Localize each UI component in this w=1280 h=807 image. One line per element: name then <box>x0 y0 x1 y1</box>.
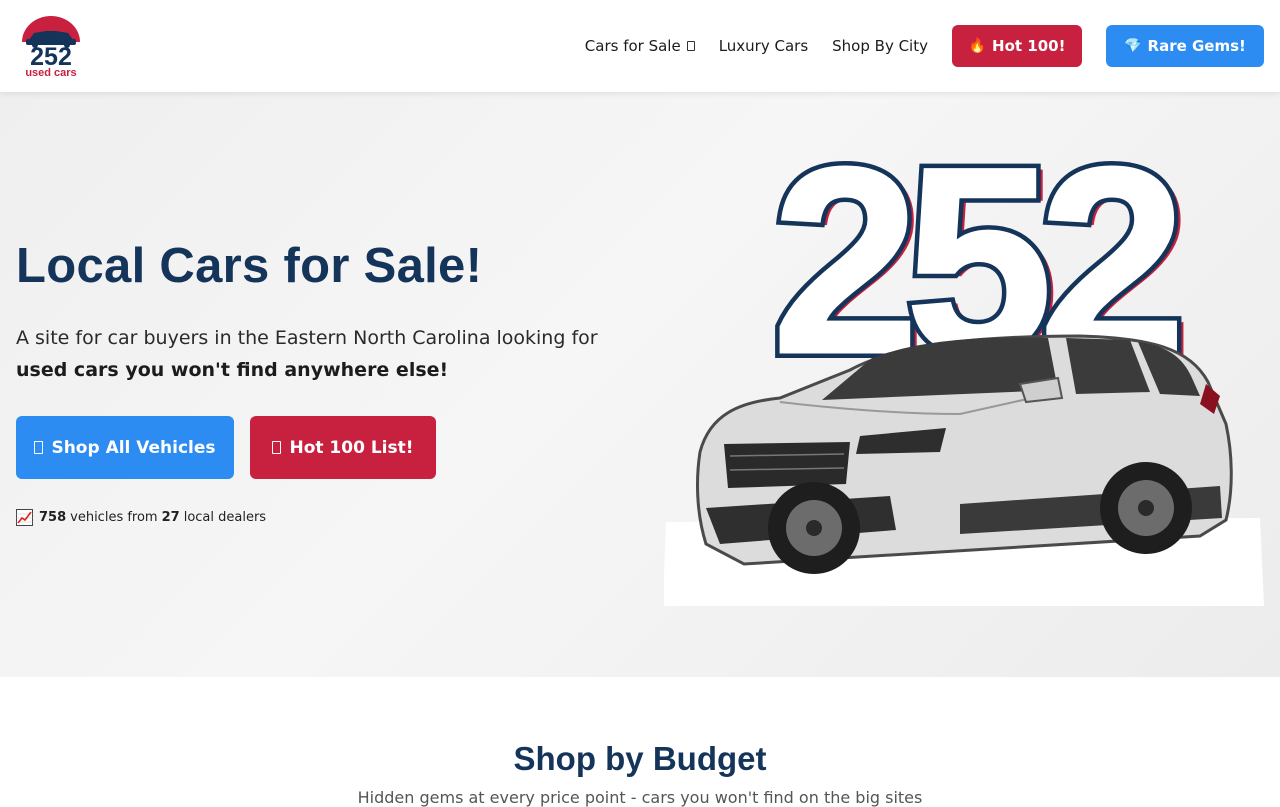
hero-description-bold: used cars you won't find anywhere else! <box>16 359 449 381</box>
hero-section: Local Cars for Sale! A site for car buye… <box>0 92 1280 677</box>
nav-luxury-cars-label: Luxury Cars <box>718 37 809 55</box>
hero-illustration: 252 252 252 <box>664 152 1264 606</box>
hero-description-text: A site for car buyers in the Eastern Nor… <box>16 327 598 349</box>
nav-shop-by-city[interactable]: Shop By City <box>832 37 928 55</box>
hot-100-list-button[interactable]: Hot 100 List! <box>250 416 436 479</box>
budget-section-title: Shop by Budget <box>513 740 767 777</box>
fire-icon: 🔥 <box>968 38 987 54</box>
vehicles-text: vehicles from <box>70 510 158 525</box>
chevron-down-icon <box>686 41 695 51</box>
budget-section-subtitle: Hidden gems at every price point - cars … <box>357 788 923 807</box>
rare-gems-button[interactable]: 💎 Rare Gems! <box>1106 25 1264 67</box>
nav-cars-for-sale[interactable]: Cars for Sale <box>585 37 695 55</box>
hero-title: Local Cars for Sale! <box>16 239 483 293</box>
fire-icon <box>272 441 282 454</box>
vehicle-count: 758 <box>39 510 67 525</box>
site-header: 252 used cars Cars for Sale Luxury Cars … <box>0 0 1280 92</box>
hot-100-button[interactable]: 🔥 Hot 100! <box>952 25 1082 67</box>
shop-all-vehicles-label: Shop All Vehicles <box>51 437 216 458</box>
dealers-text: local dealers <box>183 510 267 525</box>
main-nav: Cars for Sale Luxury Cars Shop By City 🔥… <box>585 25 1264 67</box>
gem-icon: 💎 <box>1124 38 1142 54</box>
nav-shop-by-city-label: Shop By City <box>832 37 928 55</box>
hot-100-list-label: Hot 100 List! <box>289 437 414 458</box>
nav-luxury-cars[interactable]: Luxury Cars <box>719 37 808 55</box>
chart-increasing-icon <box>16 509 33 526</box>
dealer-count: 27 <box>161 510 180 525</box>
inventory-stats: 758 vehicles from 27 local dealers <box>16 509 266 526</box>
shop-all-vehicles-button[interactable]: Shop All Vehicles <box>16 416 234 479</box>
car-icon <box>34 441 44 454</box>
nav-cars-for-sale-label: Cars for Sale <box>584 37 681 55</box>
rare-gems-label: Rare Gems! <box>1147 37 1246 55</box>
hot-100-label: Hot 100! <box>992 37 1066 55</box>
hero-description: A site for car buyers in the Eastern Nor… <box>16 322 626 386</box>
site-logo[interactable]: 252 used cars <box>16 14 86 79</box>
logo-text: used cars <box>25 67 76 78</box>
